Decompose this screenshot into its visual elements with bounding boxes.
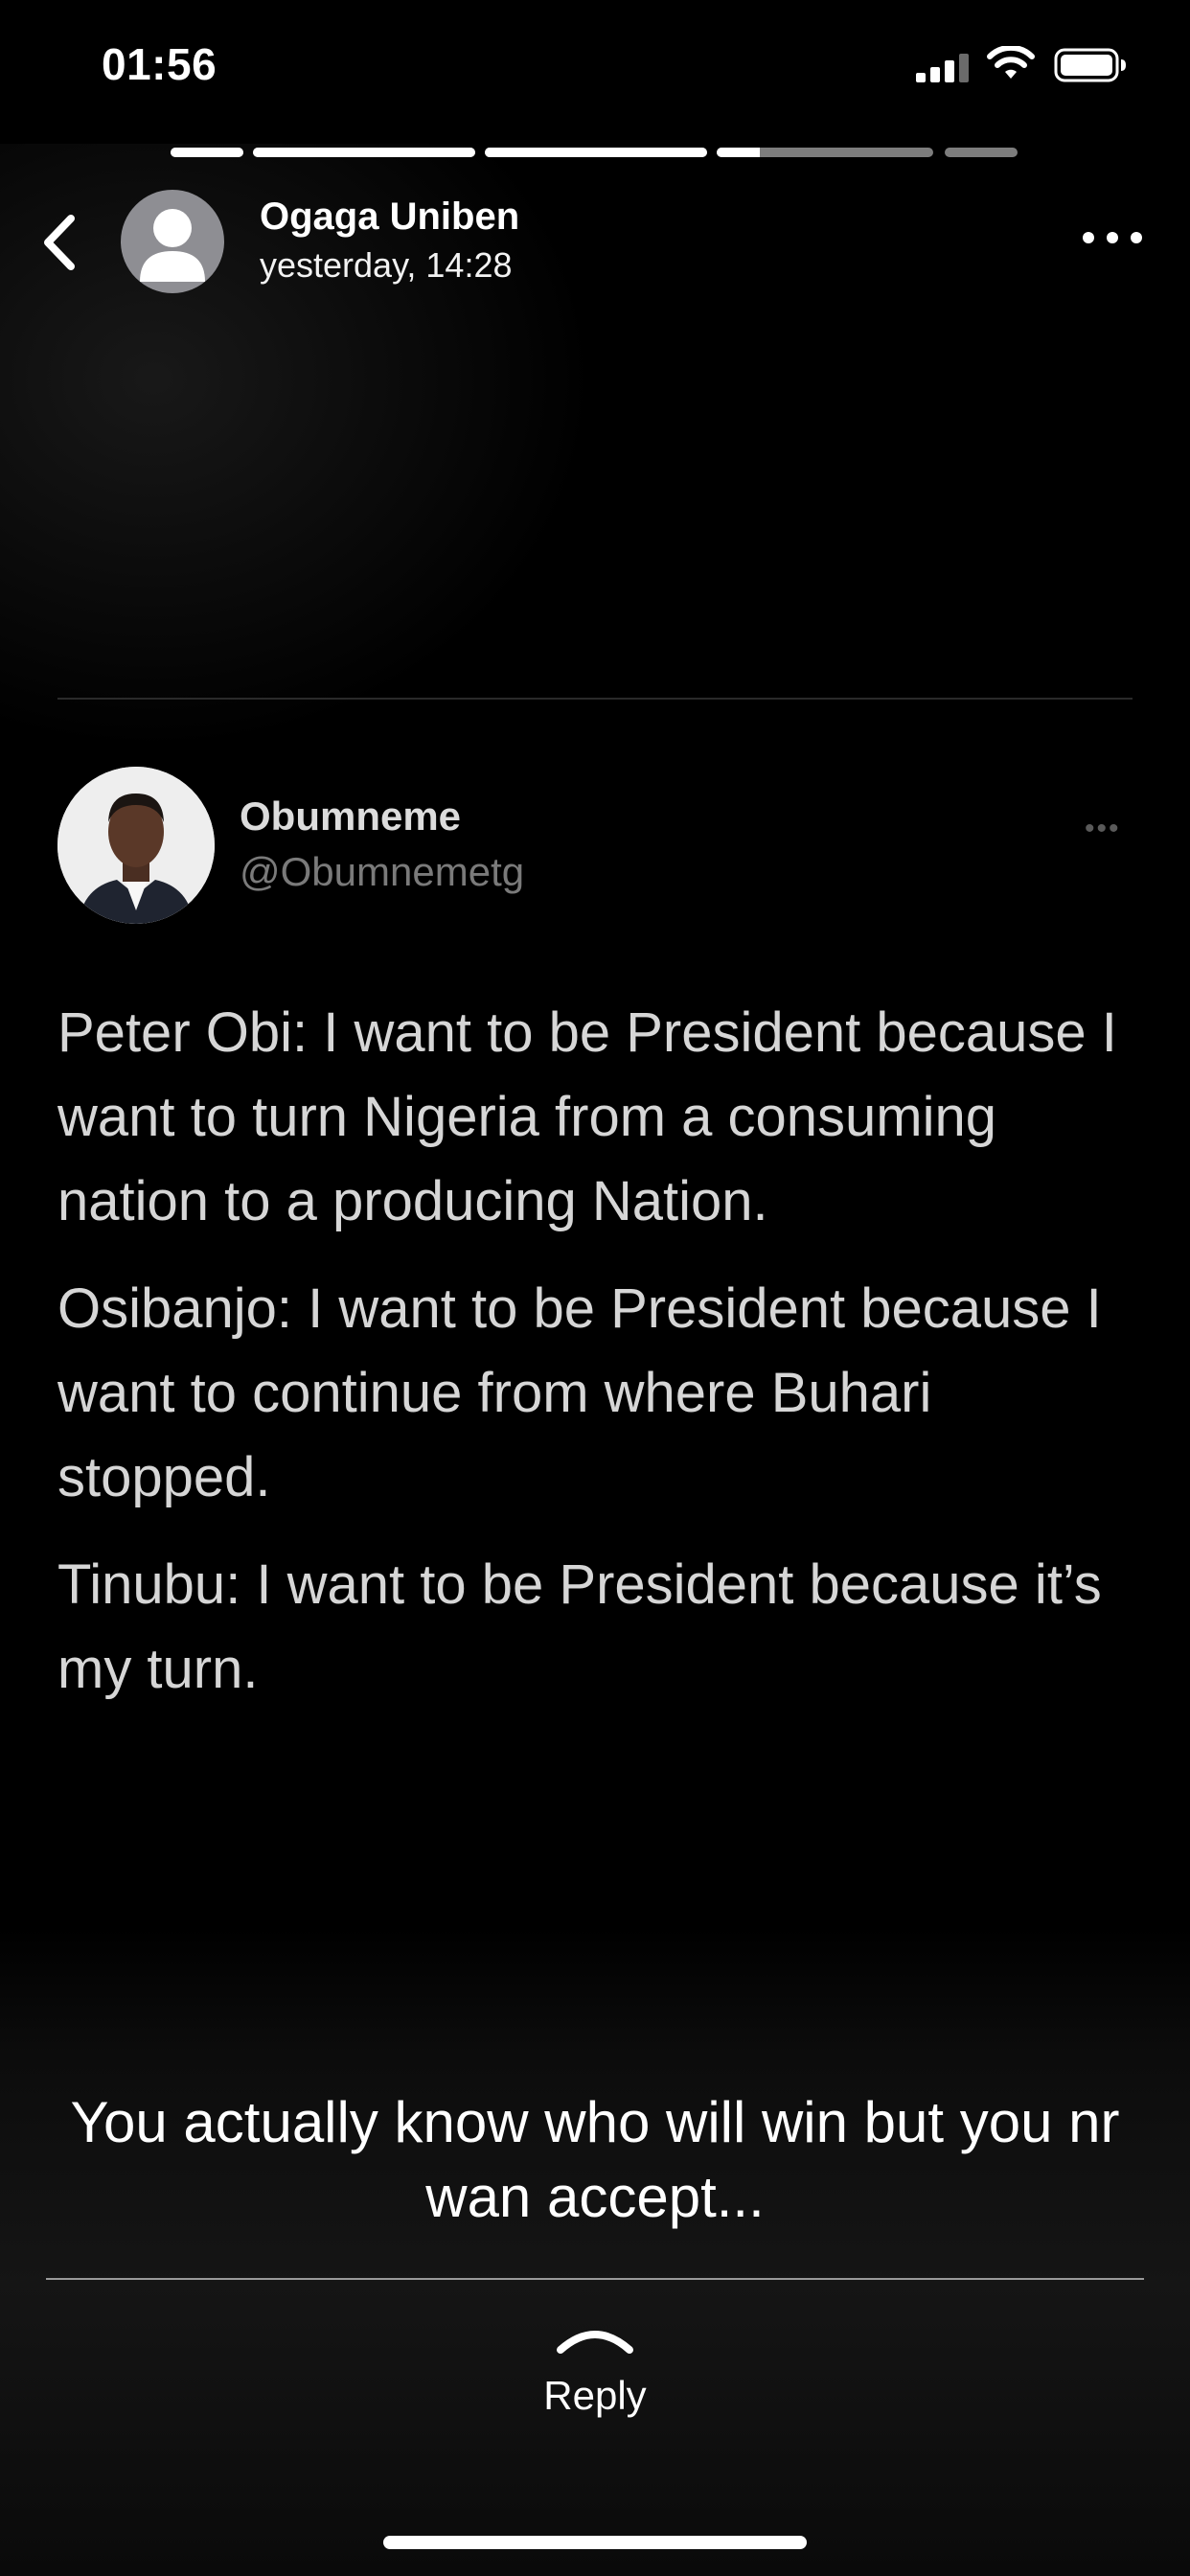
tweet-paragraph: Tinubu: I want to be President because i…: [57, 1553, 1102, 1700]
contact-avatar[interactable]: [121, 190, 224, 293]
ellipsis-icon[interactable]: [1079, 222, 1146, 251]
background-glow: [0, 144, 671, 815]
posted-time: yesterday, 14:28: [260, 245, 513, 285]
story-progress-segment: [717, 148, 933, 157]
status-viewer: 01:56 Ogaga Uniben yesterday, 14:28 Obum…: [0, 0, 1190, 2576]
tweet-body: Peter Obi: I want to be President becaus…: [57, 991, 1131, 1735]
chevron-up-icon[interactable]: [555, 2321, 635, 2356]
tweet-author-avatar: [57, 767, 215, 924]
contact-name[interactable]: Ogaga Uniben: [260, 196, 519, 239]
person-placeholder-icon: [140, 209, 205, 282]
tweet-display-name: Obumneme: [240, 794, 462, 839]
story-progress-segment: [485, 148, 707, 157]
background-shade: [0, 1926, 1190, 2576]
caption-divider: [46, 2278, 1144, 2280]
tweet-more-icon: •••: [1085, 813, 1121, 844]
tweet-top-divider: [57, 698, 1133, 700]
wifi-icon: [987, 46, 1035, 79]
reply-button[interactable]: Reply: [499, 2373, 691, 2419]
story-progress-segment: [253, 148, 475, 157]
status-caption: You actually know who will win but you n…: [70, 2090, 1120, 2229]
tweet-handle: @Obumnemetg: [240, 849, 525, 894]
cellular-signal-icon: [916, 52, 970, 82]
tweet-paragraph: Peter Obi: I want to be President becaus…: [57, 1001, 1117, 1232]
tweet-paragraph: Osibanjo: I want to be President because…: [57, 1277, 1102, 1508]
status-bar-time: 01:56: [102, 39, 217, 89]
story-progress-segment: [171, 148, 243, 157]
story-progress-segment: [945, 148, 1018, 157]
battery-icon: [1054, 48, 1126, 82]
home-indicator[interactable]: [383, 2536, 807, 2549]
chevron-left-icon[interactable]: [34, 209, 88, 276]
author-portrait-icon: [57, 767, 215, 924]
